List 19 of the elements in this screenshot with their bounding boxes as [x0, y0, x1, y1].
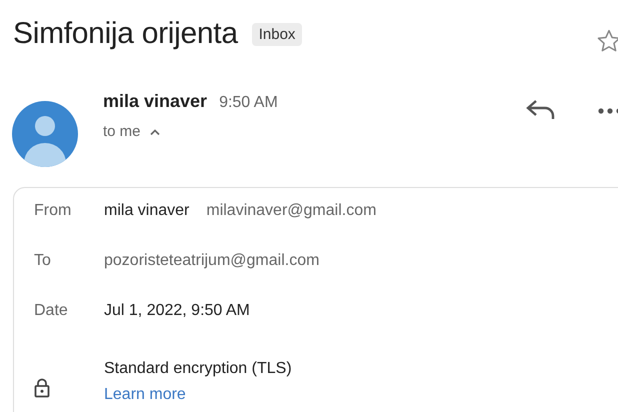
lock-icon — [34, 378, 50, 398]
sender-email: milavinaver@gmail.com — [206, 202, 376, 220]
field-label: From — [34, 202, 72, 220]
caret-icon[interactable] — [148, 128, 161, 136]
inbox-label[interactable]: Inbox — [252, 22, 302, 46]
sender-name: mila vinaver — [104, 202, 190, 220]
email-subject: Simfonija orijenta — [13, 17, 238, 51]
sent-time: 9:50 AM — [219, 94, 278, 112]
field-value: Jul 1, 2022, 9:50 AM — [104, 302, 250, 320]
more-icon[interactable] — [598, 108, 618, 114]
star-icon[interactable] — [596, 28, 618, 54]
sender-name: mila vinaver — [103, 91, 208, 112]
recipient-text[interactable]: to me — [103, 123, 141, 140]
field-value: pozoristeteatrijum@gmail.com — [104, 252, 320, 270]
encryption-text: Standard encryption (TLS) — [104, 360, 292, 378]
field-label: To — [34, 252, 52, 270]
field-label: Date — [34, 302, 69, 320]
reply-icon[interactable] — [526, 99, 556, 121]
learn-more-link[interactable]: Learn more — [104, 386, 309, 404]
